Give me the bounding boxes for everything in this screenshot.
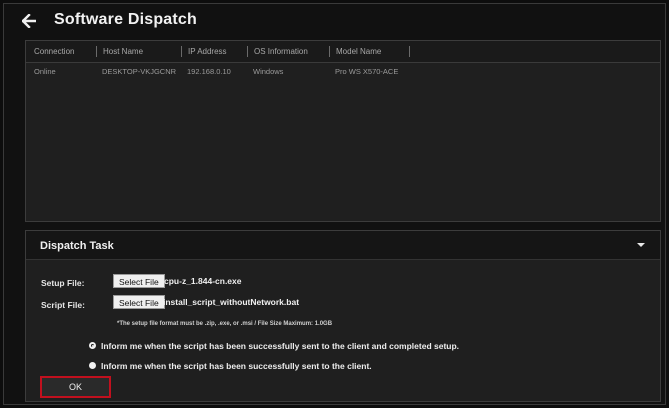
caret-down-icon[interactable] [637, 243, 645, 247]
dispatch-task-header[interactable]: Dispatch Task [26, 231, 660, 260]
radio-notify-completed-setup[interactable] [89, 342, 96, 349]
dispatch-task-title: Dispatch Task [40, 240, 114, 252]
arrow-left-icon[interactable] [22, 14, 36, 28]
cell-ip-address: 192.168.0.10 [187, 67, 231, 76]
setup-file-label: Setup File: [41, 278, 85, 288]
device-table: Connection Host Name IP Address OS Infor… [25, 40, 661, 222]
page-title: Software Dispatch [54, 11, 197, 28]
radio-notify-sent[interactable] [89, 362, 96, 369]
cell-connection: Online [34, 67, 56, 76]
column-header-connection[interactable]: Connection [34, 46, 74, 57]
radio-label-notify-sent[interactable]: Inform me when the script has been succe… [101, 361, 372, 371]
table-header: Connection Host Name IP Address OS Infor… [26, 41, 660, 63]
software-dispatch-window: Software Dispatch Connection Host Name I… [3, 3, 666, 405]
setup-file-select-button[interactable]: Select File [113, 274, 165, 288]
column-header-model-name[interactable]: Model Name [329, 46, 381, 57]
setup-file-name: cpu-z_1.844-cn.exe [164, 276, 242, 286]
file-format-hint: *The setup file format must be .zip, .ex… [117, 321, 333, 327]
column-header-ip-address[interactable]: IP Address [181, 46, 227, 57]
column-header-os-information[interactable]: OS Information [247, 46, 308, 57]
ok-button[interactable]: OK [40, 376, 111, 398]
cell-model-name: Pro WS X570-ACE [335, 67, 399, 76]
column-header-host-name[interactable]: Host Name [96, 46, 143, 57]
cell-host-name: DESKTOP-VKJGCNR [102, 67, 177, 76]
table-row[interactable]: Online DESKTOP-VKJGCNR 192.168.0.10 Wind… [26, 62, 660, 80]
script-file-name: install_script_withoutNetwork.bat [163, 297, 300, 307]
dispatch-task-panel: Dispatch Task Setup File: Select File cp… [25, 230, 661, 402]
title-bar: Software Dispatch [4, 4, 665, 38]
script-file-select-button[interactable]: Select File [113, 295, 165, 309]
column-divider [409, 46, 410, 57]
script-file-label: Script File: [41, 300, 85, 310]
cell-os-information: Windows [253, 67, 284, 76]
radio-label-notify-completed-setup[interactable]: Inform me when the script has been succe… [101, 341, 459, 351]
